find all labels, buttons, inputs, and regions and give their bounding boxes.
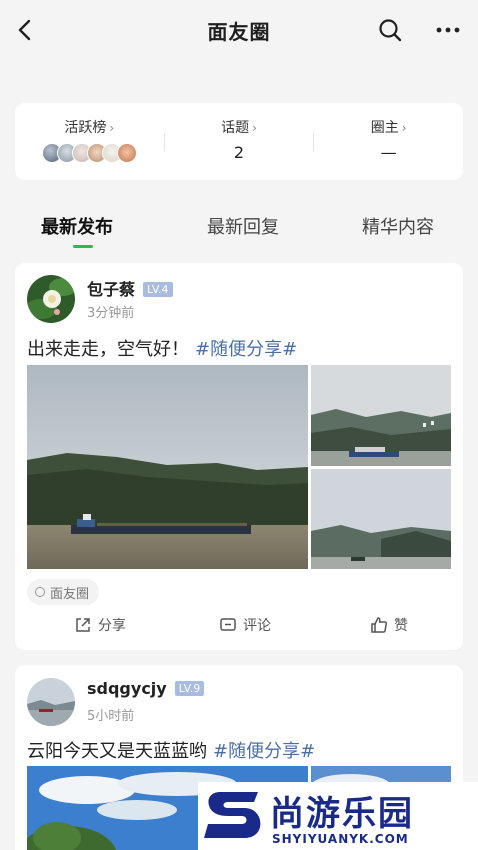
post-time: 3分钟前	[87, 306, 135, 321]
owner-value: —	[380, 143, 397, 162]
author-name[interactable]: 包子蔡	[87, 280, 135, 299]
owner-stat[interactable]: 圈主 › —	[314, 103, 463, 180]
tab-latest-replies[interactable]: 最新回复	[207, 213, 279, 239]
circle-tag[interactable]: 面友圈	[27, 579, 100, 605]
circle-tag-label: 面友圈	[50, 586, 90, 602]
post-text: 出来走走，空气好！	[27, 339, 189, 360]
topics-label: 话题	[221, 120, 250, 136]
level-badge: LV.9	[174, 681, 205, 696]
watermark-name: 尚游乐园	[270, 794, 414, 834]
tab-featured[interactable]: 精华内容	[362, 213, 434, 239]
feed-tabs: 最新发布 最新回复 精华内容	[0, 205, 478, 253]
share-icon	[76, 618, 90, 632]
post-photo[interactable]	[27, 365, 308, 569]
nav-bar: 面友圈	[0, 0, 478, 62]
chevron-right-icon: ›	[401, 121, 407, 135]
search-icon[interactable]	[376, 16, 404, 44]
watermark-logo-icon	[202, 786, 266, 846]
level-badge: LV.4	[143, 282, 173, 297]
chevron-right-icon: ›	[252, 121, 257, 135]
circle-tag-icon	[35, 587, 45, 597]
post-photo[interactable]	[311, 365, 451, 466]
comment-button[interactable]: 评论	[219, 615, 271, 635]
post-actions: 分享 评论 赞	[15, 615, 463, 641]
avatar	[116, 143, 137, 163]
owner-label: 圈主	[370, 120, 399, 136]
topics-count: 2	[233, 143, 245, 162]
topics-stat[interactable]: 话题 › 2	[165, 103, 314, 180]
like-button[interactable]: 赞	[370, 615, 408, 635]
post-text: 云阳今天又是天蓝蓝哟	[27, 741, 207, 762]
watermark-domain: SHYIYUANYK.COM	[272, 832, 409, 846]
like-label: 赞	[394, 618, 408, 634]
topic-link[interactable]: #随便分享#	[213, 741, 315, 762]
post-card[interactable]: 包子蔡 LV.4 3分钟前 出来走走，空气好！ #随便分享# 面友圈 分享 评论…	[15, 263, 463, 650]
avatar[interactable]	[27, 678, 75, 726]
share-label: 分享	[98, 618, 126, 634]
comment-icon	[220, 618, 236, 631]
avatar[interactable]	[27, 275, 75, 323]
site-watermark: 尚游乐园 SHYIYUANYK.COM	[198, 782, 478, 850]
circle-stats-card: 活跃榜 › 话题 › 2 圈主 › —	[15, 103, 463, 180]
page-title: 面友圈	[207, 20, 271, 44]
tab-latest-posts[interactable]: 最新发布	[41, 213, 113, 239]
post-photo[interactable]	[311, 469, 451, 569]
active-ranking-label: 活跃榜	[64, 120, 107, 136]
more-horizontal-icon[interactable]	[434, 16, 462, 44]
author-name[interactable]: sdqgycjy	[87, 679, 167, 698]
active-tab-indicator	[73, 245, 93, 248]
post-time: 5小时前	[87, 709, 135, 724]
thumbs-up-icon	[371, 617, 388, 633]
chevron-right-icon: ›	[109, 121, 115, 135]
active-avatars	[15, 143, 164, 163]
share-button[interactable]: 分享	[74, 615, 126, 635]
comment-label: 评论	[243, 618, 271, 634]
topic-link[interactable]: #随便分享#	[195, 339, 297, 360]
active-ranking[interactable]: 活跃榜 ›	[15, 103, 164, 180]
